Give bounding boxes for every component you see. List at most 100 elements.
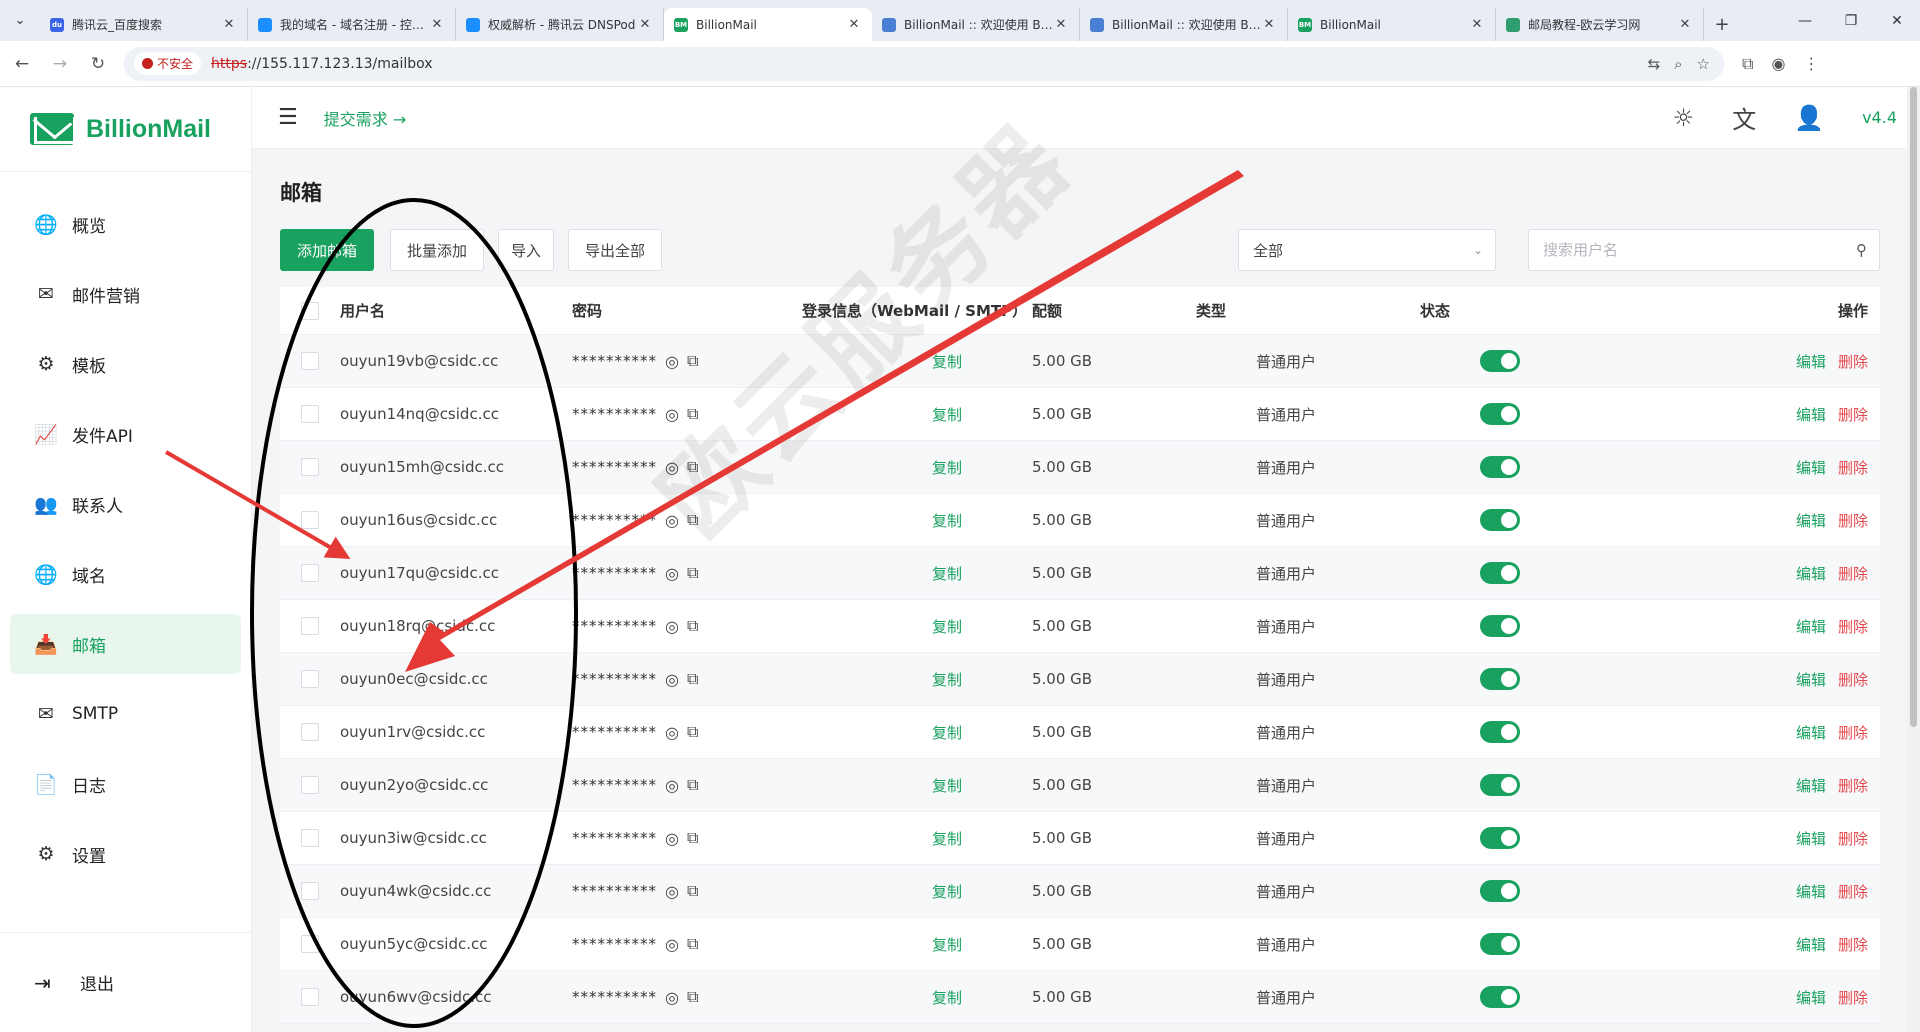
status-toggle[interactable] <box>1480 827 1520 849</box>
edit-link[interactable]: 编辑 <box>1796 510 1826 531</box>
browser-tab[interactable]: du 腾讯云_百度搜索 ✕ <box>40 8 248 41</box>
theme-sun-icon[interactable]: ☼ <box>1673 104 1695 132</box>
add-mailbox-button[interactable]: 添加邮箱 <box>280 229 374 271</box>
eye-off-icon[interactable]: ◎ <box>665 776 679 795</box>
delete-link[interactable]: 删除 <box>1838 722 1868 743</box>
zoom-icon[interactable]: ⌕ <box>1674 55 1682 73</box>
copy-login-link[interactable]: 复制 <box>932 936 962 954</box>
copy-icon[interactable]: ⧉ <box>687 616 698 636</box>
bookmark-star-icon[interactable]: ☆ <box>1697 55 1710 73</box>
sidebar-item[interactable]: ⚙ 设置 <box>10 824 241 884</box>
eye-off-icon[interactable]: ◎ <box>665 829 679 848</box>
edit-link[interactable]: 编辑 <box>1796 616 1826 637</box>
sidebar-item[interactable]: 📥 邮箱 <box>10 614 241 674</box>
delete-link[interactable]: 删除 <box>1838 404 1868 425</box>
reload-icon[interactable]: ↻ <box>82 48 114 80</box>
tab-close-icon[interactable]: ✕ <box>846 17 862 32</box>
forward-icon[interactable]: → <box>44 48 76 80</box>
export-all-button[interactable]: 导出全部 <box>568 229 662 271</box>
browser-tab[interactable]: 邮局教程-欧云学习网 ✕ <box>1496 8 1704 41</box>
copy-icon[interactable]: ⧉ <box>687 881 698 901</box>
eye-off-icon[interactable]: ◎ <box>665 935 679 954</box>
extensions-icon[interactable]: ⧉ <box>1742 54 1753 74</box>
edit-link[interactable]: 编辑 <box>1796 987 1826 1008</box>
edit-link[interactable]: 编辑 <box>1796 404 1826 425</box>
copy-login-link[interactable]: 复制 <box>932 830 962 848</box>
copy-login-link[interactable]: 复制 <box>932 777 962 795</box>
copy-login-link[interactable]: 复制 <box>932 989 962 1007</box>
app-logo[interactable]: BillionMail <box>0 87 251 172</box>
row-checkbox[interactable] <box>301 988 319 1006</box>
copy-login-link[interactable]: 复制 <box>932 353 962 371</box>
copy-icon[interactable]: ⧉ <box>687 775 698 795</box>
eye-off-icon[interactable]: ◎ <box>665 617 679 636</box>
edit-link[interactable]: 编辑 <box>1796 775 1826 796</box>
edit-link[interactable]: 编辑 <box>1796 457 1826 478</box>
status-toggle[interactable] <box>1480 562 1520 584</box>
row-checkbox[interactable] <box>301 882 319 900</box>
browser-tab[interactable]: BillionMail :: 欢迎使用 BillionMail✕ <box>1080 8 1288 41</box>
browser-tab[interactable]: BM BillionMail ✕ <box>664 8 872 41</box>
copy-icon[interactable]: ⧉ <box>687 510 698 530</box>
eye-off-icon[interactable]: ◎ <box>665 670 679 689</box>
menu-collapse-icon[interactable]: ☰ <box>278 105 298 130</box>
copy-icon[interactable]: ⧉ <box>687 457 698 477</box>
tab-close-icon[interactable]: ✕ <box>1261 17 1277 32</box>
eye-off-icon[interactable]: ◎ <box>665 458 679 477</box>
browser-tab[interactable]: 权威解析 - 腾讯云 DNSPod ✕ <box>456 8 664 41</box>
back-icon[interactable]: ← <box>6 48 38 80</box>
sidebar-item[interactable]: ✉ 邮件营销 <box>10 264 241 324</box>
sidebar-item[interactable]: 👥 联系人 <box>10 474 241 534</box>
delete-link[interactable]: 删除 <box>1838 828 1868 849</box>
delete-link[interactable]: 删除 <box>1838 934 1868 955</box>
eye-off-icon[interactable]: ◎ <box>665 723 679 742</box>
status-toggle[interactable] <box>1480 774 1520 796</box>
new-tab-button[interactable]: + <box>1704 8 1740 41</box>
row-checkbox[interactable] <box>301 723 319 741</box>
tab-close-icon[interactable]: ✕ <box>1469 17 1485 32</box>
row-checkbox[interactable] <box>301 829 319 847</box>
browser-tab[interactable]: 我的域名 - 域名注册 - 控制台 ✕ <box>248 8 456 41</box>
copy-login-link[interactable]: 复制 <box>932 618 962 636</box>
sidebar-item[interactable]: 📄 日志 <box>10 754 241 814</box>
eye-off-icon[interactable]: ◎ <box>665 352 679 371</box>
tab-close-icon[interactable]: ✕ <box>1053 17 1069 32</box>
restore-icon[interactable]: ❐ <box>1828 0 1874 41</box>
status-toggle[interactable] <box>1480 615 1520 637</box>
minimize-icon[interactable]: — <box>1782 0 1828 41</box>
eye-off-icon[interactable]: ◎ <box>665 988 679 1007</box>
sidebar-item[interactable]: 🌐 域名 <box>10 544 241 604</box>
copy-icon[interactable]: ⧉ <box>687 404 698 424</box>
eye-off-icon[interactable]: ◎ <box>665 405 679 424</box>
copy-login-link[interactable]: 复制 <box>932 512 962 530</box>
delete-link[interactable]: 删除 <box>1838 457 1868 478</box>
scrollbar-thumb[interactable] <box>1910 87 1917 727</box>
insecure-badge[interactable]: 不安全 <box>134 52 202 75</box>
copy-login-link[interactable]: 复制 <box>932 671 962 689</box>
copy-login-link[interactable]: 复制 <box>932 565 962 583</box>
status-toggle[interactable] <box>1480 721 1520 743</box>
copy-icon[interactable]: ⧉ <box>687 563 698 583</box>
copy-login-link[interactable]: 复制 <box>932 459 962 477</box>
eye-off-icon[interactable]: ◎ <box>665 511 679 530</box>
logout-button[interactable]: ⇥ 退出 <box>0 932 252 1032</box>
row-checkbox[interactable] <box>301 352 319 370</box>
close-window-icon[interactable]: ✕ <box>1874 0 1920 41</box>
row-checkbox[interactable] <box>301 776 319 794</box>
copy-icon[interactable]: ⧉ <box>687 934 698 954</box>
row-checkbox[interactable] <box>301 617 319 635</box>
tab-search-dropdown[interactable]: ⌄ <box>0 0 40 41</box>
edit-link[interactable]: 编辑 <box>1796 934 1826 955</box>
tab-close-icon[interactable]: ✕ <box>637 17 653 32</box>
status-toggle[interactable] <box>1480 350 1520 372</box>
copy-icon[interactable]: ⧉ <box>687 669 698 689</box>
copy-login-link[interactable]: 复制 <box>932 406 962 424</box>
edit-link[interactable]: 编辑 <box>1796 351 1826 372</box>
copy-login-link[interactable]: 复制 <box>932 724 962 742</box>
delete-link[interactable]: 删除 <box>1838 616 1868 637</box>
user-icon[interactable]: 👤 <box>1794 104 1824 132</box>
copy-icon[interactable]: ⧉ <box>687 828 698 848</box>
status-toggle[interactable] <box>1480 880 1520 902</box>
row-checkbox[interactable] <box>301 405 319 423</box>
tab-close-icon[interactable]: ✕ <box>429 17 445 32</box>
